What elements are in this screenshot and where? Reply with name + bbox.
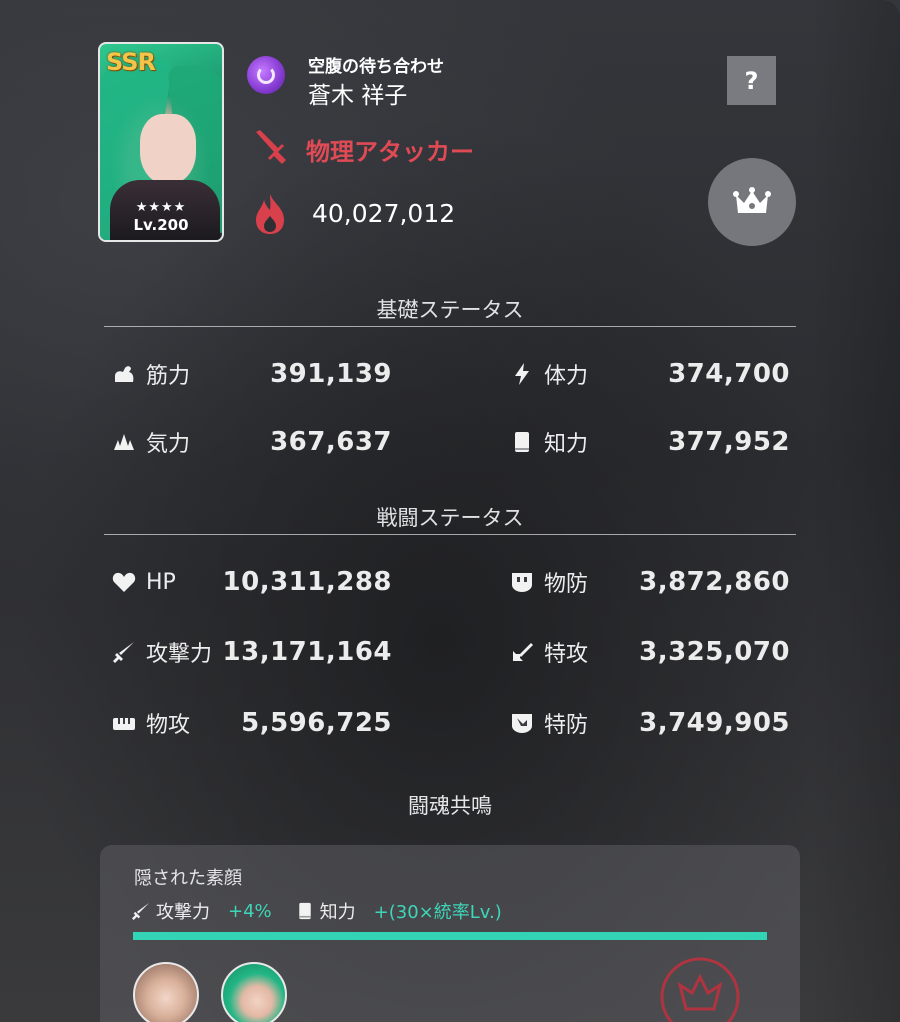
fire-icon <box>256 194 284 234</box>
stat-stamina: 体力 374,700 <box>510 354 790 394</box>
battle-status-divider <box>104 534 796 535</box>
stat-special-attack: 特攻 3,325,070 <box>510 632 790 672</box>
combat-power: 40,027,012 <box>312 199 456 228</box>
unit-name: 空腹の待ち合わせ <box>308 57 444 77</box>
lightning-icon <box>510 362 534 386</box>
stat-spirit: 気力 367,637 <box>112 422 392 462</box>
stat-physical-attack: 物攻 5,596,725 <box>112 703 392 743</box>
basic-status-title: 基礎ステータス <box>376 298 524 322</box>
stat-attack: 攻撃力 13,171,164 <box>112 632 392 672</box>
book-icon <box>296 902 314 920</box>
help-button[interactable]: ? <box>727 56 776 105</box>
crown-button[interactable] <box>708 158 796 246</box>
resonance-member-avatar-1[interactable] <box>133 962 199 1022</box>
level-label: Lv.200 <box>133 216 189 234</box>
heart-icon <box>112 570 136 594</box>
arrow-icon <box>510 640 534 664</box>
resonance-progress-bar <box>133 932 767 940</box>
attribute-icon <box>247 56 285 94</box>
spirit-icon <box>112 430 136 454</box>
stat-intelligence: 知力 377,952 <box>510 422 790 462</box>
resonance-effects: 攻撃力 +4% 知力 +(30×統率Lv.) <box>132 898 502 924</box>
sword-icon <box>112 640 136 664</box>
sword-icon <box>132 902 150 920</box>
resonance-member-avatar-2[interactable] <box>221 962 287 1022</box>
stat-special-defense: 特防 3,749,905 <box>510 703 790 743</box>
resonance-emblem-icon <box>660 957 740 1022</box>
resonance-title: 闘魂共鳴 <box>408 794 492 818</box>
character-portrait[interactable]: SSR ★★★★ Lv.200 <box>98 42 224 242</box>
muscle-icon <box>112 362 136 386</box>
crown-icon <box>733 187 771 213</box>
star-rating: ★★★★ <box>135 200 187 215</box>
fist-icon <box>112 711 136 735</box>
stat-hp: HP 10,311,288 <box>112 562 392 602</box>
sword-role-icon <box>256 130 286 164</box>
book-icon <box>510 430 534 454</box>
basic-status-divider <box>104 326 796 327</box>
stat-physical-defense: 物防 3,872,860 <box>510 562 790 602</box>
special-shield-icon <box>510 711 534 735</box>
character-name: 蒼木 祥子 <box>308 83 408 109</box>
portrait-face <box>140 114 196 184</box>
character-detail-panel: SSR ★★★★ Lv.200 空腹の待ち合わせ 蒼木 祥子 物理アタッカー 4… <box>0 0 900 1022</box>
shield-icon <box>510 570 534 594</box>
battle-status-title: 戦闘ステータス <box>376 506 524 530</box>
rarity-badge: SSR <box>106 48 156 76</box>
stat-strength: 筋力 391,139 <box>112 354 392 394</box>
role-label: 物理アタッカー <box>306 138 474 166</box>
resonance-name: 隠された素顔 <box>134 868 242 889</box>
